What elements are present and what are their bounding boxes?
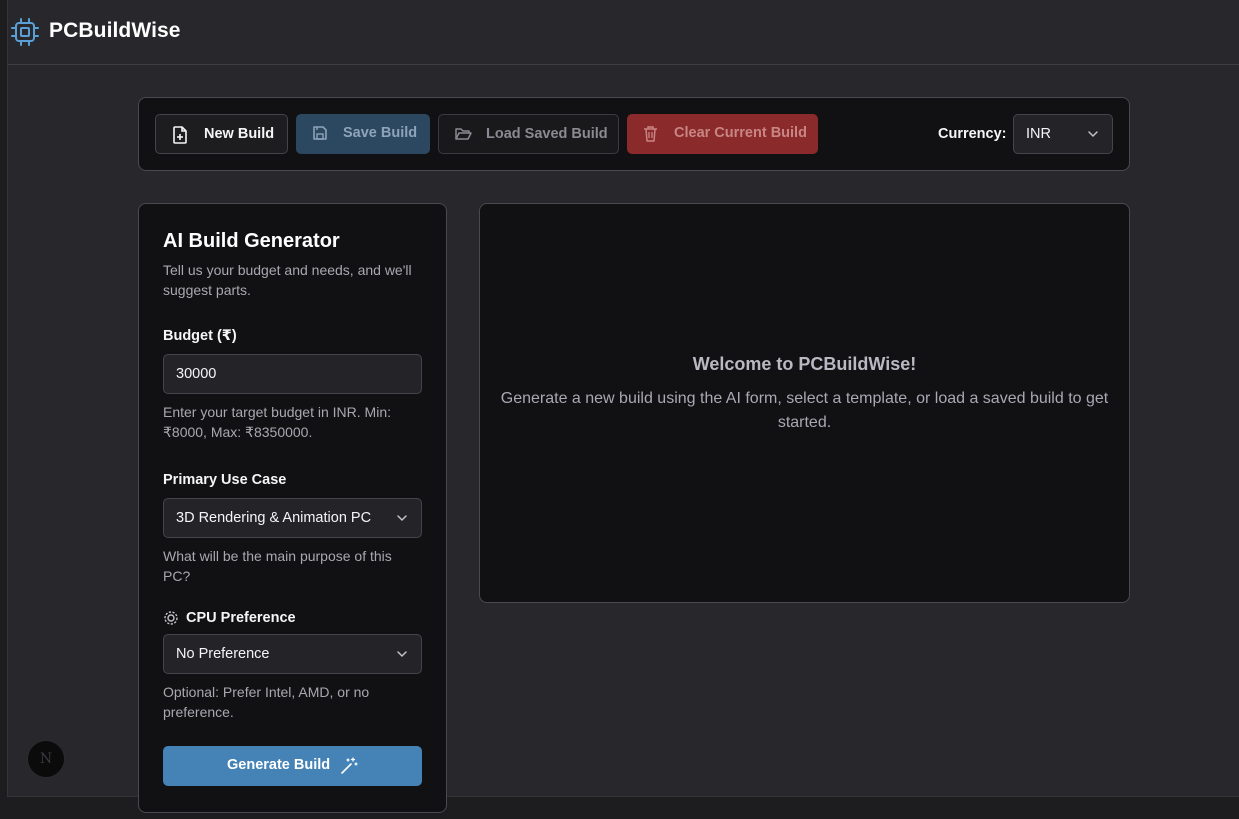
welcome-title: Welcome to PCBuildWise! [692, 354, 917, 374]
use-case-help: What will be the main purpose of this PC… [163, 548, 392, 584]
cpu-preference-value: No Preference [176, 646, 270, 662]
load-saved-build-button[interactable]: Load Saved Build [438, 114, 619, 154]
welcome-text: Generate a new build using the AI form, … [500, 390, 1109, 431]
clear-current-build-label: Clear Current Build [674, 125, 807, 141]
cpu-preference-select[interactable]: No Preference [163, 634, 422, 674]
generate-build-button[interactable]: Generate Build [163, 746, 422, 786]
new-build-label: New Build [204, 126, 275, 142]
trash-icon [644, 126, 657, 142]
generator-subtitle: Tell us your budget and needs, and we'll… [163, 262, 412, 298]
ai-build-generator-card: AI Build Generator Tell us your budget a… [138, 203, 447, 813]
generator-title: AI Build Generator [163, 230, 340, 252]
cpu-preference-label: CPU Preference [186, 610, 296, 626]
welcome-panel: Welcome to PCBuildWise! Generate a new b… [479, 203, 1130, 603]
clear-current-build-button[interactable]: Clear Current Build [627, 114, 818, 154]
save-build-button[interactable]: Save Build [296, 114, 430, 154]
chevron-down-icon [1088, 131, 1098, 138]
use-case-select[interactable]: 3D Rendering & Animation PC [163, 498, 422, 538]
chevron-down-icon [397, 515, 407, 522]
folder-open-icon [455, 128, 472, 140]
chevron-down-icon [397, 651, 407, 658]
budget-value: 30000 [176, 366, 217, 382]
magic-wand-icon [341, 757, 358, 774]
use-case-value: 3D Rendering & Animation PC [176, 510, 372, 526]
app-window: PCBuildWise New Build Save Build Load Sa… [7, 0, 1239, 813]
save-icon [313, 126, 327, 140]
currency-select[interactable]: INR [1013, 114, 1113, 154]
file-plus-icon [173, 126, 187, 144]
brand-name[interactable]: PCBuildWise [49, 19, 181, 43]
save-build-label: Save Build [343, 125, 418, 141]
cpu-chip-icon [11, 18, 39, 46]
top-bar: PCBuildWise [8, 0, 1239, 65]
new-build-button[interactable]: New Build [155, 114, 288, 154]
build-toolbar: New Build Save Build Load Saved Build Cl… [138, 97, 1130, 171]
dev-tools-button[interactable]: N [27, 740, 65, 778]
generate-build-label: Generate Build [227, 757, 331, 773]
use-case-label: Primary Use Case [163, 472, 287, 488]
budget-input[interactable]: 30000 [163, 354, 422, 394]
cpu-preference-help: Optional: Prefer Intel, AMD, or no prefe… [163, 684, 370, 720]
budget-help: Enter your target budget in INR. Min: ₹8… [163, 404, 391, 440]
currency-value: INR [1026, 126, 1051, 142]
currency-label: Currency: [938, 126, 1007, 142]
dev-tools-label: N [39, 751, 53, 767]
budget-label: Budget (₹) [163, 328, 237, 344]
load-saved-build-label: Load Saved Build [486, 126, 608, 142]
cpu-gear-icon [164, 611, 178, 625]
